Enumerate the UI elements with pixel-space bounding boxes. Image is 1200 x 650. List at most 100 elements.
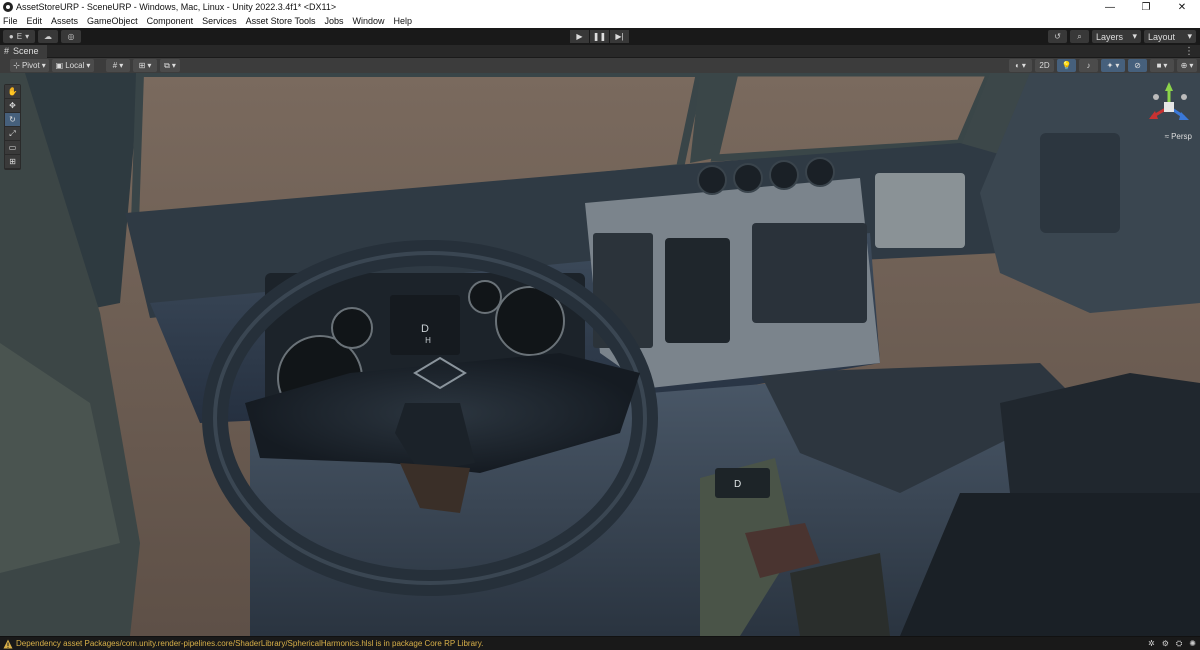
chevron-down-icon: ▾ <box>41 61 46 70</box>
tab-scene[interactable]: # Scene <box>0 44 47 58</box>
rotate-tool-button[interactable]: ↻ <box>5 113 20 126</box>
menu-edit[interactable]: Edit <box>27 16 43 26</box>
toggle-2d-button[interactable]: 2D <box>1035 59 1054 72</box>
persp-icon: ≈ <box>1164 132 1170 141</box>
chevron-down-icon: ▾ <box>1189 61 1194 70</box>
snap-increment-dropdown[interactable]: ⊞ ▾ <box>133 59 157 72</box>
grid-snap-dropdown[interactable]: # ▾ <box>106 59 130 72</box>
layout-dropdown[interactable]: Layout ▾ <box>1144 30 1196 43</box>
scene-render: D H D <box>0 73 1200 636</box>
play-icon: ▶ <box>576 32 583 41</box>
projection-toggle[interactable]: ≈ Persp <box>1165 132 1192 141</box>
toggle-2d-label: 2D <box>1039 61 1050 70</box>
local-dropdown[interactable]: ▣ Local ▾ <box>52 59 94 72</box>
scale-tool-icon: ⤢ <box>9 128 16 138</box>
grid-plane-dropdown[interactable]: ⧉ ▾ <box>160 59 180 72</box>
pivot-dropdown[interactable]: ⊹ Pivot ▾ <box>10 59 49 72</box>
cloud-button[interactable]: ☁ <box>38 30 58 43</box>
status-icons: ✲ ⚙ ⛭ ✺ <box>1148 639 1196 649</box>
chevron-down-icon: ▾ <box>1187 31 1192 41</box>
audio-icon: ♪ <box>1086 61 1091 70</box>
rect-tool-icon: ▭ <box>8 143 17 152</box>
account-dropdown[interactable]: ● E ▾ <box>3 30 35 43</box>
transform-tool-button[interactable]: ⊞ <box>5 155 20 168</box>
minimize-button[interactable]: — <box>1092 0 1128 14</box>
gauge-right <box>468 280 502 314</box>
play-button[interactable]: ▶ <box>570 30 589 43</box>
gizmo-axes-icon <box>1149 82 1189 120</box>
collab-button[interactable]: ◎ <box>61 30 81 43</box>
camera-settings-dropdown[interactable]: ■ ▾ <box>1150 59 1174 72</box>
window-titlebar: AssetStoreURP - SceneURP - Windows, Mac,… <box>0 0 1200 14</box>
debug-icon[interactable]: ⛭ <box>1176 639 1182 649</box>
radio-unit <box>875 173 965 248</box>
menu-file[interactable]: File <box>3 16 18 26</box>
menu-component[interactable]: Component <box>147 16 194 26</box>
eye-hidden-icon: ⊘ <box>1134 61 1141 70</box>
step-icon: ▶| <box>615 32 624 41</box>
plane-icon: ⧉ <box>164 60 170 70</box>
tab-menu-icon[interactable]: ⋮ <box>1184 46 1194 57</box>
tool-palette: ✋ ✥ ↻ ⤢ ▭ ⊞ <box>4 84 21 170</box>
rotate-tool-icon: ↻ <box>9 115 16 124</box>
effects-icon: ✦ <box>1106 61 1114 70</box>
scene-grid-icon: # <box>4 46 10 56</box>
menu-asset-store-tools[interactable]: Asset Store Tools <box>246 16 316 26</box>
scale-tool-button[interactable]: ⤢ <box>5 127 20 140</box>
chevron-down-icon: ▾ <box>1115 61 1120 70</box>
chevron-down-icon: ▾ <box>171 61 176 70</box>
menu-assets[interactable]: Assets <box>51 16 78 26</box>
lighting-toggle[interactable]: 💡 <box>1057 59 1076 72</box>
menu-help[interactable]: Help <box>394 16 413 26</box>
chevron-down-icon: ▾ <box>1163 61 1168 70</box>
gear-indicator: D <box>734 479 741 490</box>
rect-tool-button[interactable]: ▭ <box>5 141 20 154</box>
window-title: AssetStoreURP - SceneURP - Windows, Mac,… <box>16 2 337 12</box>
effects-dropdown[interactable]: ✦ ▾ <box>1101 59 1125 72</box>
step-button[interactable]: ▶| <box>610 30 629 43</box>
menu-services[interactable]: Services <box>202 16 237 26</box>
status-message[interactable]: Dependency asset Packages/com.unity.rend… <box>16 639 483 648</box>
pause-icon: ❚❚ <box>592 32 607 41</box>
chevron-down-icon: ▾ <box>1132 31 1137 41</box>
layout-label: Layout <box>1148 31 1176 42</box>
move-tool-button[interactable]: ✥ <box>5 99 20 112</box>
history-icon: ↺ <box>1054 32 1061 41</box>
pivot-label: Pivot <box>21 61 40 70</box>
persp-label: Persp <box>1171 132 1192 141</box>
audio-toggle[interactable]: ♪ <box>1079 59 1098 72</box>
cloud-icon: ☁ <box>44 32 52 41</box>
menu-jobs[interactable]: Jobs <box>325 16 344 26</box>
draw-mode-dropdown[interactable]: ◐ ▾ <box>1009 59 1032 72</box>
scene-viewport[interactable]: D H D ✋ ✥ ↻ ⤢ ▭ ⊞ ≈ Persp <box>0 73 1200 636</box>
transform-tool-icon: ⊞ <box>9 157 16 166</box>
hand-tool-button[interactable]: ✋ <box>5 85 20 98</box>
switch-panel <box>665 238 730 343</box>
account-label: E <box>16 32 23 41</box>
menu-window[interactable]: Window <box>353 16 385 26</box>
pause-button[interactable]: ❚❚ <box>590 30 609 43</box>
chevron-down-icon: ▾ <box>25 32 30 41</box>
menu-gameobject[interactable]: GameObject <box>87 16 138 26</box>
unity-logo-icon <box>3 2 13 12</box>
gizmos-dropdown[interactable]: ⊕ ▾ <box>1177 59 1197 72</box>
grid-icon: # <box>112 61 118 70</box>
move-tool-icon: ✥ <box>9 101 16 110</box>
undo-history-button[interactable]: ↺ <box>1048 30 1067 43</box>
account-icon: ● <box>8 32 14 41</box>
cache-server-icon[interactable]: ✲ <box>1148 639 1155 649</box>
layers-dropdown[interactable]: Layers ▾ <box>1092 30 1141 43</box>
bug-icon[interactable]: ✺ <box>1189 639 1196 649</box>
layers-label: Layers <box>1096 31 1124 42</box>
right-door-inner <box>1040 133 1120 233</box>
search-button[interactable]: ⌕ <box>1070 30 1089 43</box>
maximize-button[interactable]: ❐ <box>1128 0 1164 14</box>
scene-toolbar: ⊹ Pivot ▾ ▣ Local ▾ # ▾ ⊞ ▾ ⧉ ▾ ◐ ▾ 2D 💡… <box>0 58 1200 73</box>
main-toolbar: ● E ▾ ☁ ◎ ▶ ❚❚ ▶| ↺ ⌕ Layers ▾ Layout ▾ <box>0 28 1200 45</box>
pivot-icon: ⊹ <box>13 61 20 70</box>
scene-visibility-toggle[interactable]: ⊘ <box>1128 59 1147 72</box>
close-button[interactable]: ✕ <box>1164 0 1200 14</box>
tab-scene-label: Scene <box>13 46 39 56</box>
playmode-controls: ▶ ❚❚ ▶| <box>570 30 629 43</box>
progress-icon[interactable]: ⚙ <box>1162 639 1169 649</box>
